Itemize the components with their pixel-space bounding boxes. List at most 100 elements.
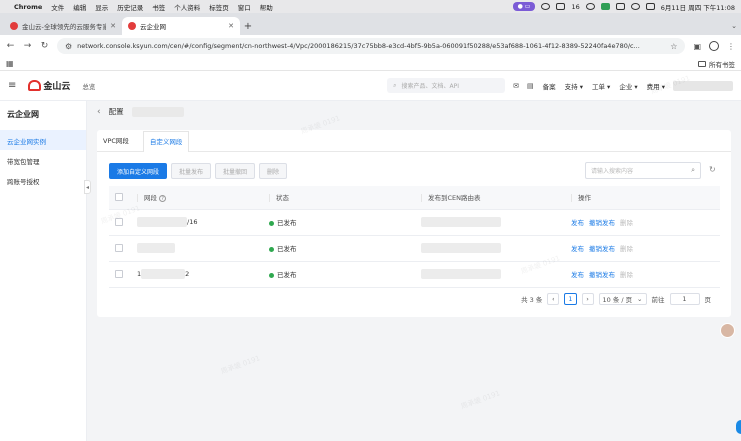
all-bookmarks-button[interactable]: 所有书签 xyxy=(698,59,735,69)
row-checkbox[interactable] xyxy=(115,218,123,226)
withdraw-link[interactable]: 撤销发布 xyxy=(589,245,615,253)
battery-icon[interactable] xyxy=(556,3,566,10)
table-search-input[interactable]: 请输入搜索内容 ⌕ xyxy=(585,162,701,179)
home-link[interactable]: 总览 xyxy=(82,81,95,91)
profile-avatar-icon[interactable] xyxy=(709,41,719,51)
cidr-cell: 12 xyxy=(131,261,263,288)
page-unit-label: 页 xyxy=(704,296,712,304)
total-count: 共 3 条 xyxy=(521,296,543,304)
menu-profile[interactable]: 个人资料 xyxy=(174,2,200,12)
extensions-icon[interactable]: ▣ xyxy=(693,42,701,51)
table-header-row: 网段 ? 状态 发布到CEN路由表 操作 xyxy=(109,186,720,210)
help-icon[interactable]: ? xyxy=(159,195,167,203)
menu-tabs[interactable]: 标签页 xyxy=(209,2,229,12)
menu-help[interactable]: 帮助 xyxy=(260,2,273,12)
goto-label: 前往 xyxy=(651,296,665,304)
ops-cell: 发布 撤销发布 删除 xyxy=(565,235,720,262)
page-size-select[interactable]: 10 条 / 页 ⌄ xyxy=(598,293,647,305)
user-account-menu[interactable] xyxy=(673,80,733,91)
row-checkbox[interactable] xyxy=(115,244,123,252)
col-ops-label: 操作 xyxy=(578,194,591,203)
nav-ticket[interactable]: 工单 ▾ xyxy=(592,81,610,91)
message-icon[interactable]: ✉ xyxy=(513,82,519,90)
refresh-icon[interactable]: ↻ xyxy=(709,165,716,174)
browser-tab-cen[interactable]: 云企业网 ✕ xyxy=(122,17,240,35)
floating-help-tab[interactable] xyxy=(736,420,741,434)
withdraw-link[interactable]: 撤销发布 xyxy=(589,271,615,279)
sidebar-item-bandwidth[interactable]: 带宽包管理 xyxy=(0,150,86,170)
close-tab-icon[interactable]: ✕ xyxy=(228,22,234,30)
assistant-avatar[interactable] xyxy=(720,323,735,338)
nav-beian[interactable]: 备案 xyxy=(543,81,556,91)
page-number-current[interactable]: 1 xyxy=(564,293,577,305)
menu-history[interactable]: 历史记录 xyxy=(117,2,143,12)
tab-custom-cidr[interactable]: 自定义网段 xyxy=(142,131,190,152)
menu-file[interactable]: 文件 xyxy=(51,2,64,12)
page-size-value: 10 条 / 页 xyxy=(602,296,633,304)
sidebar-item-cen-instance[interactable]: 云企业网实例 xyxy=(0,130,86,150)
address-bar[interactable]: ⚙ network.console.ksyun.com/cen/#/config… xyxy=(57,38,686,54)
nav-billing[interactable]: 费用 ▾ xyxy=(647,81,665,91)
reload-icon[interactable]: ↻ xyxy=(40,41,49,51)
close-tab-icon[interactable]: ✕ xyxy=(110,22,116,30)
control-center-icon[interactable] xyxy=(645,3,655,10)
row-checkbox[interactable] xyxy=(115,270,123,278)
add-custom-cidr-button[interactable]: 添加自定义网段 xyxy=(109,163,168,179)
nav-enterprise[interactable]: 企业 ▾ xyxy=(619,81,637,91)
withdraw-link[interactable]: 撤销发布 xyxy=(589,219,615,227)
kebab-menu-icon[interactable]: ⋮ xyxy=(727,42,735,51)
menu-app[interactable]: Chrome xyxy=(14,3,42,11)
table-search-placeholder: 请输入搜索内容 xyxy=(591,168,634,175)
browser-tab-ksyun-home[interactable]: 金山云-全球领先的云服务专家 ✕ xyxy=(4,17,122,35)
menu-edit[interactable]: 编辑 xyxy=(73,2,86,12)
brand-logo[interactable]: 金山云 xyxy=(28,79,70,92)
batch-publish-button[interactable]: 批量发布 xyxy=(171,163,212,179)
tab-vpc-cidr[interactable]: VPC网段 xyxy=(103,135,129,151)
hamburger-menu-icon[interactable]: ≡ xyxy=(8,80,16,91)
tab-title: 金山云-全球领先的云服务专家 xyxy=(22,23,107,31)
sidebar-item-cross-account[interactable]: 跨账号授权 xyxy=(0,170,86,190)
delete-link[interactable]: 删除 xyxy=(620,219,633,227)
status-icon-a[interactable] xyxy=(541,3,551,10)
site-info-icon[interactable]: ⚙ xyxy=(65,42,72,51)
prev-page-icon[interactable]: ‹ xyxy=(547,293,560,305)
calendar-icon[interactable]: ▤ xyxy=(527,82,534,90)
status-text: 已发布 xyxy=(277,219,297,227)
delete-link[interactable]: 删除 xyxy=(620,245,633,253)
tab-title: 云企业网 xyxy=(140,23,166,31)
goto-page-input[interactable]: 1 xyxy=(669,293,700,305)
publish-link[interactable]: 发布 xyxy=(571,245,584,253)
search-icon[interactable]: ⌕ xyxy=(691,166,695,175)
nav-support[interactable]: 支持 ▾ xyxy=(565,81,583,91)
wifi-icon[interactable] xyxy=(615,3,625,10)
wechat-icon[interactable] xyxy=(600,3,610,10)
delete-link[interactable]: 删除 xyxy=(620,271,633,279)
bookmark-star-icon[interactable]: ☆ xyxy=(670,42,677,51)
url-text: network.console.ksyun.com/cen/#/config/s… xyxy=(77,42,640,50)
delete-button[interactable]: 删除 xyxy=(259,163,288,179)
batch-withdraw-button[interactable]: 批量撤回 xyxy=(215,163,256,179)
back-arrow-icon[interactable]: ‹ xyxy=(97,107,101,117)
col-cidr-label: 网段 xyxy=(144,194,157,203)
apps-grid-icon[interactable]: ▦ xyxy=(6,59,14,68)
content-panel: VPC网段 自定义网段 添加自定义网段 批量发布 批量撤回 删除 请输入搜索内容… xyxy=(97,130,731,317)
menubar-datetime[interactable]: 6月11日 周四 下午11:08 xyxy=(661,2,735,12)
recording-indicator[interactable]: ● ▭ xyxy=(512,2,536,11)
back-icon[interactable]: ← xyxy=(6,41,15,51)
status-icon-b[interactable] xyxy=(585,3,595,10)
select-all-checkbox[interactable] xyxy=(115,193,123,202)
next-page-icon[interactable]: › xyxy=(581,293,594,305)
browser-toolbar: ← → ↻ ⚙ network.console.ksyun.com/cen/#/… xyxy=(0,35,741,57)
sidebar-collapse-icon[interactable]: ◂ xyxy=(84,180,91,194)
new-tab-button[interactable]: + xyxy=(240,17,256,35)
search-icon[interactable] xyxy=(630,3,640,10)
global-search[interactable]: ⌕ 搜索产品、文档、API xyxy=(387,78,506,93)
publish-link[interactable]: 发布 xyxy=(571,219,584,227)
menu-view[interactable]: 显示 xyxy=(95,2,108,12)
col-route-table: 发布到CEN路由表 xyxy=(415,186,565,210)
tab-search-icon[interactable]: ⌄ xyxy=(727,17,741,35)
forward-icon[interactable]: → xyxy=(23,41,32,51)
menu-bookmarks[interactable]: 书签 xyxy=(152,2,165,12)
menu-window[interactable]: 窗口 xyxy=(238,2,251,12)
publish-link[interactable]: 发布 xyxy=(571,271,584,279)
